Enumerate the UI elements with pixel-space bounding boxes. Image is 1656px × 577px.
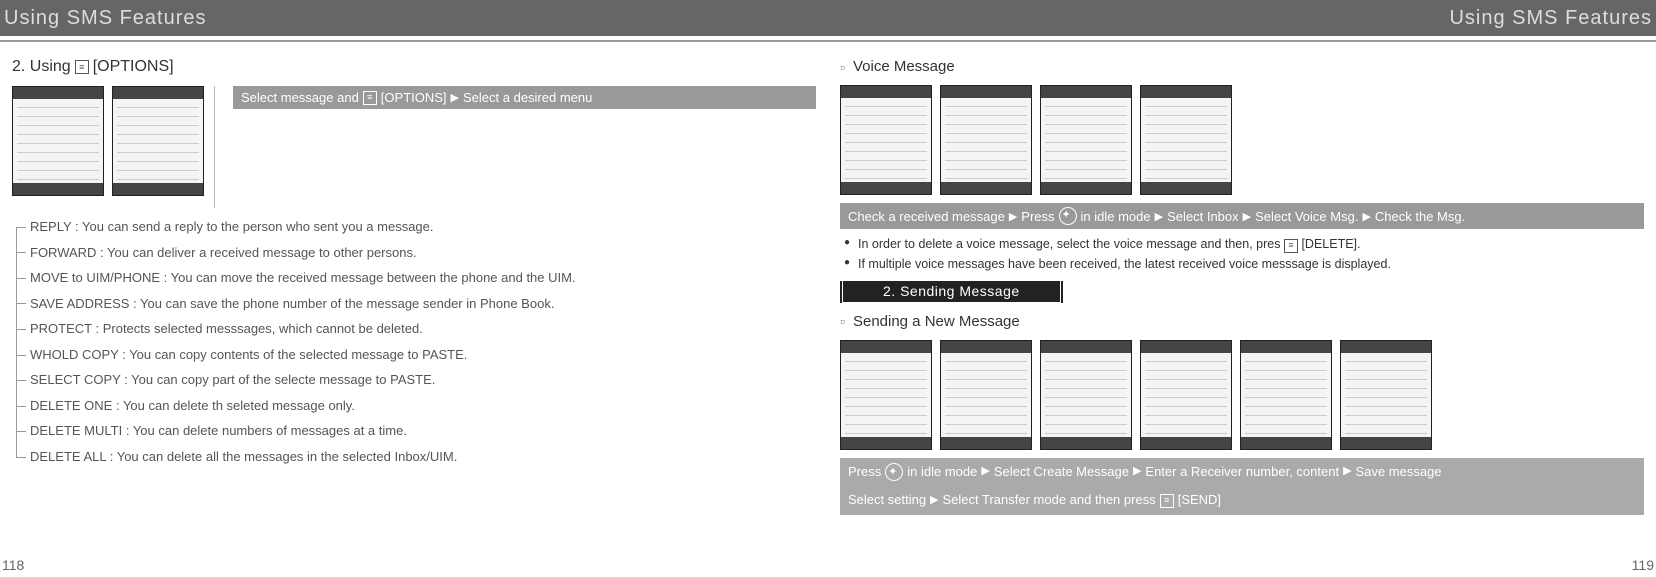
phone-screenshot (1340, 340, 1432, 450)
voice-message-heading: ▫ Voice Message (840, 58, 1644, 75)
band-text: [SEND] (1178, 490, 1221, 511)
notes-list: In order to delete a voice message, sele… (844, 235, 1644, 273)
subhead-options-label: [OPTIONS] (93, 58, 174, 76)
menu-icon: ≡ (75, 60, 89, 74)
left-subheading: 2. Using ≡ [OPTIONS] (12, 58, 816, 76)
phone-screenshot (1040, 340, 1132, 450)
instruction-band: Select message and ≡ [OPTIONS] ▶ Select … (233, 86, 816, 109)
option-item: MOVE to UIM/PHONE : You can move the rec… (16, 265, 816, 291)
header-title-left: Using SMS Features (4, 7, 207, 30)
heading-text: Voice Message (853, 58, 955, 75)
band-text: Save message (1356, 462, 1442, 483)
page-number-left: 118 (2, 557, 24, 573)
section-2-heading-wrap: 2. Sending Message (840, 281, 1644, 303)
arrow-icon: ▶ (1243, 210, 1251, 223)
phone-screenshot (1040, 85, 1132, 195)
option-item: REPLY : You can send a reply to the pers… (16, 214, 816, 240)
phone-screenshot (940, 85, 1032, 195)
heading-text: Sending a New Message (853, 313, 1020, 330)
option-item: FORWARD : You can deliver a received mes… (16, 240, 816, 266)
phone-screenshot (1140, 340, 1232, 450)
option-item: SELECT COPY : You can copy part of the s… (16, 367, 816, 393)
subhead-prefix: 2. Using (12, 58, 71, 76)
arrow-icon: ▶ (930, 492, 938, 510)
band-text: Enter a Receiver number, content (1145, 462, 1339, 483)
option-item: DELETE ONE : You can delete th seleted m… (16, 393, 816, 419)
band-text: in idle mode (1081, 209, 1151, 224)
phone-screenshot (112, 86, 204, 196)
arrow-icon: ▶ (1133, 463, 1141, 481)
right-page: ▫ Voice Message Check a received message… (828, 42, 1656, 515)
band-text: Check a received message (848, 209, 1005, 224)
left-page: 2. Using ≡ [OPTIONS] Select message and (0, 42, 828, 515)
phone-screenshot (940, 340, 1032, 450)
band-text: in idle mode (907, 462, 977, 483)
menu-icon: ≡ (1160, 494, 1174, 508)
page-number-right: 119 (1632, 557, 1654, 573)
section-heading-box: 2. Sending Message (840, 281, 1063, 303)
arrow-icon: ▶ (451, 91, 459, 104)
menu-icon: ≡ (1284, 239, 1298, 253)
section-heading-text: 2. Sending Message (842, 279, 1061, 303)
note-item: If multiple voice messages have been rec… (844, 255, 1644, 273)
band-text: Press (848, 462, 881, 483)
band-text: Select Create Message (994, 462, 1129, 483)
option-item: SAVE ADDRESS : You can save the phone nu… (16, 291, 816, 317)
band-text: Select Transfer mode and then press (943, 490, 1156, 511)
phone-screenshot (12, 86, 104, 196)
arrow-icon: ▶ (1009, 210, 1017, 223)
left-screenshot-row (12, 86, 204, 196)
band-text: Select setting (848, 490, 926, 511)
band-text: Select a desired menu (463, 90, 592, 105)
phone-screenshot (840, 85, 932, 195)
option-item: DELETE MULTI : You can delete numbers of… (16, 418, 816, 444)
band-text: Check the Msg. (1375, 209, 1465, 224)
instruction-band: Press in idle mode ▶ Select Create Messa… (840, 458, 1644, 516)
options-tree: REPLY : You can send a reply to the pers… (16, 214, 816, 469)
sending-screenshot-row (840, 340, 1644, 450)
option-item: DELETE ALL : You can delete all the mess… (16, 444, 816, 470)
phone-screenshot (1140, 85, 1232, 195)
joystick-icon (885, 463, 903, 481)
arrow-icon: ▶ (1155, 210, 1163, 223)
option-item: WHOLD COPY : You can copy contents of th… (16, 342, 816, 368)
instruction-band: Check a received message ▶ Press in idle… (840, 203, 1644, 229)
voice-screenshot-row (840, 85, 1644, 195)
phone-screenshot (840, 340, 932, 450)
band-text: Select message and (241, 90, 359, 105)
band-text: Select Inbox (1167, 209, 1239, 224)
vertical-separator (214, 86, 215, 208)
option-item: PROTECT : Protects selected messsages, w… (16, 316, 816, 342)
arrow-icon: ▶ (1362, 210, 1370, 223)
square-bullet-icon: ▫ (840, 59, 845, 75)
note-item: In order to delete a voice message, sele… (844, 235, 1644, 255)
note-text: [DELETE]. (1301, 237, 1360, 251)
note-text: In order to delete a voice message, sele… (858, 237, 1280, 251)
arrow-icon: ▶ (1343, 463, 1351, 481)
phone-screenshot (1240, 340, 1332, 450)
page-header: Using SMS Features Using SMS Features (0, 0, 1656, 36)
arrow-icon: ▶ (981, 463, 989, 481)
header-title-right: Using SMS Features (1449, 7, 1652, 30)
band-text: Select Voice Msg. (1255, 209, 1358, 224)
band-text: Press (1021, 209, 1054, 224)
menu-icon: ≡ (363, 91, 377, 105)
sending-heading: ▫ Sending a New Message (840, 313, 1644, 330)
joystick-icon (1059, 207, 1077, 225)
square-bullet-icon: ▫ (840, 313, 845, 329)
band-text: [OPTIONS] (381, 90, 447, 105)
